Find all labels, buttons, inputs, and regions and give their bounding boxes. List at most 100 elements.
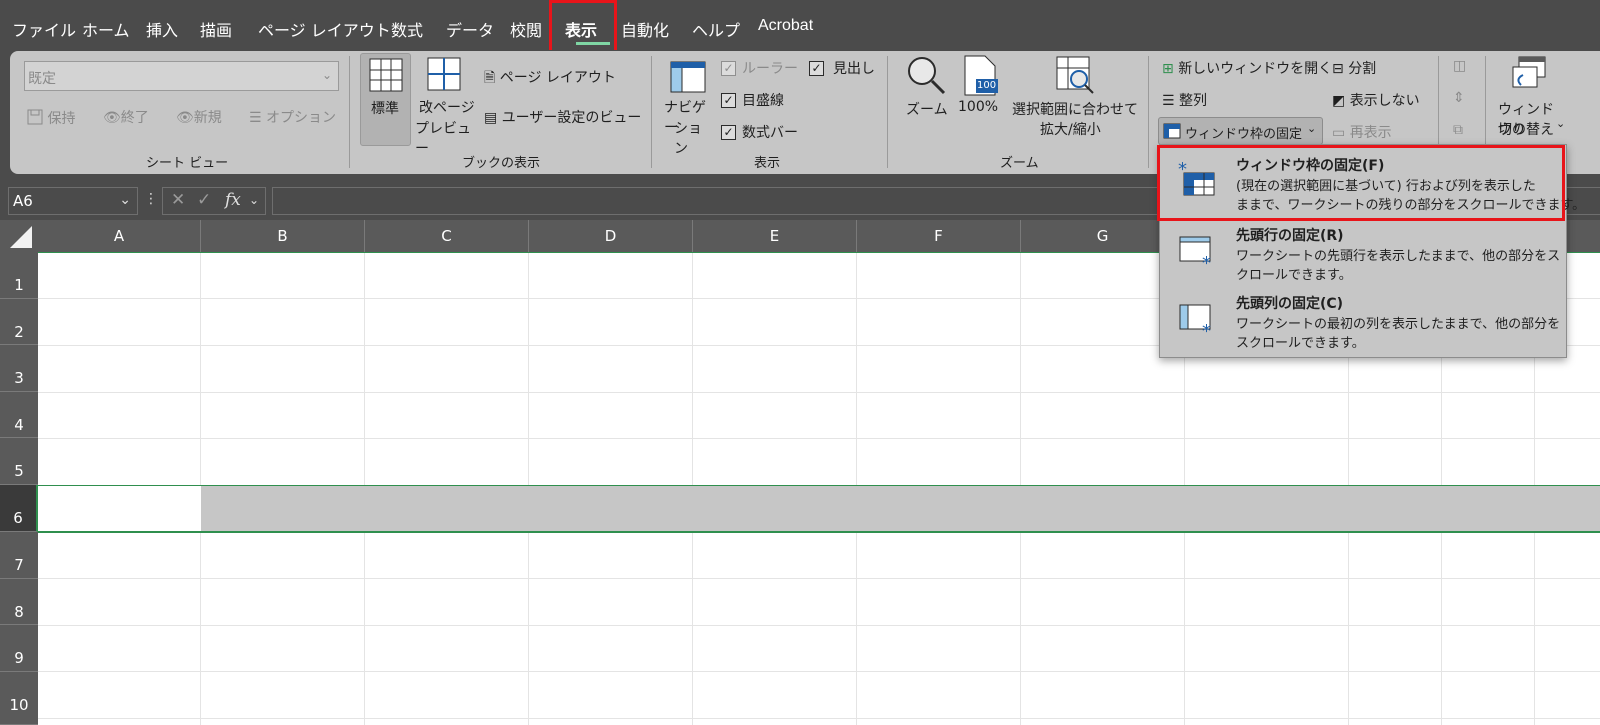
row-header-5[interactable]: 5 bbox=[0, 438, 38, 485]
arrange-icon: ☰ bbox=[1162, 93, 1180, 109]
enter-check-icon[interactable]: ✓ bbox=[197, 190, 211, 210]
freeze-panes-icon bbox=[1163, 123, 1181, 139]
arrange-all-button[interactable]: ☰ 整列 bbox=[1162, 90, 1207, 110]
more-options-icon[interactable]: ⋮ bbox=[144, 191, 158, 207]
freeze-panes-label: ウィンドウ枠の固定 bbox=[1185, 127, 1303, 142]
cancel-icon[interactable]: ✕ bbox=[171, 190, 185, 210]
zoom-label: ズーム bbox=[906, 102, 948, 118]
row-header-2[interactable]: 2 bbox=[0, 299, 38, 345]
normal-view-button[interactable]: 標準 bbox=[360, 53, 411, 146]
freeze-panes-title: ウィンドウ枠の固定(F) bbox=[1236, 158, 1385, 174]
zoom-selection-icon bbox=[1056, 56, 1094, 94]
column-header-c[interactable]: C bbox=[365, 220, 529, 252]
split-label: 分割 bbox=[1348, 61, 1377, 77]
row-header-8[interactable]: 8 bbox=[0, 579, 38, 625]
tab-draw[interactable]: 描画 bbox=[200, 17, 232, 41]
tab-page-layout[interactable]: ページ レイアウト bbox=[258, 17, 391, 41]
freeze-top-row-menu-item[interactable]: * 先頭行の固定(R) ワークシートの先頭行を表示したままで、他の部分をス クロ… bbox=[1160, 221, 1566, 289]
ruler-checkbox[interactable]: ✓ bbox=[721, 61, 736, 76]
group-separator bbox=[887, 56, 888, 168]
selected-row-border-bottom bbox=[38, 531, 1600, 533]
zoom-selection-label-2: 拡大/縮小 bbox=[1040, 122, 1101, 138]
sheet-view-new-button[interactable]: 👁新規 bbox=[176, 107, 222, 127]
page-layout-view-button[interactable]: 🗎 ページ レイアウト bbox=[484, 67, 616, 91]
hide-icon: ◩ bbox=[1332, 93, 1350, 109]
row-header-10[interactable]: 10 bbox=[0, 672, 38, 725]
sheet-view-exit-button[interactable]: 👁終了 bbox=[103, 107, 149, 127]
tab-home[interactable]: ホーム bbox=[82, 17, 130, 41]
name-box[interactable]: A6 ⌄ bbox=[8, 187, 138, 215]
unhide-window-button[interactable]: ▭ 再表示 bbox=[1332, 122, 1392, 142]
sheet-view-dropdown[interactable]: 既定 ⌄ bbox=[24, 61, 339, 91]
zoom-100-label: 100% bbox=[958, 99, 999, 115]
chevron-down-icon: ⌄ bbox=[1556, 117, 1566, 130]
freeze-panes-menu-item[interactable]: * ウィンドウ枠の固定(F) (現在の選択範囲に基づいて) 行および列を表示した… bbox=[1160, 145, 1585, 221]
freeze-panes-icon: * bbox=[1178, 161, 1215, 196]
tab-help[interactable]: ヘルプ bbox=[692, 17, 740, 41]
column-header-e[interactable]: E bbox=[693, 220, 857, 252]
chevron-down-icon: ⌄ bbox=[249, 193, 260, 207]
insert-function-button[interactable]: fx bbox=[225, 190, 241, 210]
active-cell-a6[interactable] bbox=[38, 486, 201, 531]
unhide-label: 再表示 bbox=[1349, 125, 1392, 141]
custom-views-label: ユーザー設定のビュー bbox=[501, 110, 642, 126]
active-tab-indicator bbox=[576, 42, 610, 45]
tab-review[interactable]: 校閲 bbox=[510, 17, 542, 41]
show-group-label: 表示 bbox=[754, 156, 781, 171]
sheet-view-options-button[interactable]: ☰ オプション bbox=[249, 107, 336, 127]
column-header-d[interactable]: D bbox=[529, 220, 693, 252]
freeze-top-row-desc-2: クロールできます。 bbox=[1236, 268, 1352, 283]
ruler-label: ルーラー bbox=[742, 61, 798, 77]
gridlines-checkbox[interactable]: ✓ bbox=[721, 93, 736, 108]
row-header-9[interactable]: 9 bbox=[0, 625, 38, 672]
tab-automate[interactable]: 自動化 bbox=[621, 17, 669, 41]
tab-view[interactable]: 表示 bbox=[565, 17, 597, 41]
row-header-7[interactable]: 7 bbox=[0, 532, 38, 579]
select-all-triangle-icon bbox=[10, 226, 32, 248]
exit-label: 終了 bbox=[120, 110, 149, 126]
tab-insert[interactable]: 挿入 bbox=[146, 17, 178, 41]
zoom-to-selection-button[interactable]: 選択範囲に合わせて 拡大/縮小 bbox=[1012, 53, 1138, 143]
group-separator bbox=[1148, 56, 1149, 168]
tab-data[interactable]: データ bbox=[446, 17, 494, 41]
zoom-100-button[interactable]: 100 100% bbox=[956, 53, 1006, 133]
page-break-preview-icon bbox=[427, 57, 461, 91]
freeze-first-column-menu-item[interactable]: * 先頭列の固定(C) ワークシートの最初の列を表示したままで、他の部分を スク… bbox=[1160, 289, 1566, 357]
column-header-a[interactable]: A bbox=[38, 220, 201, 252]
split-button[interactable]: ⊟ 分割 bbox=[1332, 58, 1376, 78]
custom-views-button[interactable]: ▤ ユーザー設定のビュー bbox=[484, 107, 641, 127]
freeze-panes-button[interactable]: ウィンドウ枠の固定 ⌄ bbox=[1158, 117, 1323, 145]
reset-window-position-icon[interactable]: ⧉ bbox=[1453, 122, 1463, 138]
hide-window-button[interactable]: ◩ 表示しない bbox=[1332, 90, 1420, 110]
normal-view-label: 標準 bbox=[371, 101, 399, 117]
row-header-1[interactable]: 1 bbox=[0, 252, 38, 299]
selected-row-band bbox=[200, 486, 1600, 532]
new-window-button[interactable]: ⊞ 新しいウィンドウを開く bbox=[1162, 58, 1332, 78]
navigation-label-2: ション bbox=[674, 121, 702, 157]
column-header-b[interactable]: B bbox=[201, 220, 365, 252]
gridline bbox=[38, 625, 1600, 626]
sheet-view-group-label: シート ビュー bbox=[146, 156, 229, 171]
tab-file[interactable]: ファイル bbox=[12, 17, 76, 41]
gridline bbox=[38, 438, 1600, 439]
page-break-preview-button[interactable]: 改ページ プレビュー bbox=[415, 53, 475, 157]
unhide-icon: ▭ bbox=[1332, 125, 1350, 141]
navigation-button[interactable]: ナビゲー ション bbox=[664, 53, 714, 157]
freeze-first-column-title: 先頭列の固定(C) bbox=[1236, 296, 1344, 312]
tab-acrobat[interactable]: Acrobat bbox=[758, 17, 813, 35]
switch-windows-button[interactable]: ウィンドウの 切り替え ⌄ bbox=[1492, 53, 1566, 143]
formula-bar-checkbox[interactable]: ✓ bbox=[721, 125, 736, 140]
tab-formulas[interactable]: 数式 bbox=[391, 17, 423, 41]
freeze-top-row-title: 先頭行の固定(R) bbox=[1236, 228, 1344, 244]
zoom-button[interactable]: ズーム bbox=[902, 53, 952, 133]
synchronous-scrolling-icon[interactable]: ⇕ bbox=[1453, 90, 1465, 106]
sheet-view-keep-button[interactable]: 保持 bbox=[27, 107, 75, 128]
row-header-4[interactable]: 4 bbox=[0, 392, 38, 438]
row-header-6[interactable]: 6 bbox=[0, 485, 38, 532]
row-headers: 1 2 3 4 5 6 7 8 9 10 bbox=[0, 252, 38, 725]
formula-buttons: ✕ ✓ fx ⌄ bbox=[162, 187, 266, 215]
headings-checkbox[interactable]: ✓ bbox=[809, 61, 824, 76]
view-side-by-side-icon[interactable]: ◫ bbox=[1453, 58, 1466, 74]
column-header-f[interactable]: F bbox=[857, 220, 1021, 252]
row-header-3[interactable]: 3 bbox=[0, 345, 38, 392]
